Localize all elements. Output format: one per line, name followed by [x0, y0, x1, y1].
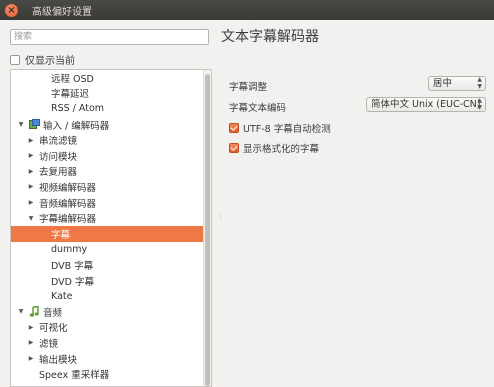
- tree-item[interactable]: DVD 字幕: [11, 273, 203, 289]
- tree-item[interactable]: ▶ 串流滤镜: [11, 132, 203, 148]
- expanded-arrow-icon[interactable]: ▼: [17, 121, 25, 128]
- panel-splitter-handle[interactable]: ⋮: [217, 213, 224, 221]
- collapsed-arrow-icon[interactable]: ▶: [27, 324, 35, 331]
- show-current-only-option[interactable]: 仅显示当前: [10, 52, 75, 67]
- tree-item-label: 输入 / 编解码器: [43, 120, 110, 132]
- tree-item[interactable]: Kate: [11, 288, 203, 304]
- collapsed-arrow-icon[interactable]: ▶: [27, 339, 35, 346]
- tree-item[interactable]: ▼ 字幕编解码器: [11, 210, 203, 226]
- spinner-arrows-icon: ▲ ▼: [477, 97, 482, 111]
- tree-scrollbar-thumb[interactable]: [205, 74, 210, 386]
- collapsed-arrow-icon[interactable]: ▶: [27, 152, 35, 159]
- formatted-subtitles-option[interactable]: 显示格式化的字幕: [229, 141, 319, 155]
- tree-item-label: 去复用器: [39, 167, 78, 179]
- collapsed-arrow-icon[interactable]: ▶: [27, 168, 35, 175]
- tree-item-label: 可视化: [39, 323, 68, 335]
- show-current-only-checkbox[interactable]: [10, 54, 20, 65]
- collapsed-arrow-icon[interactable]: ▶: [27, 183, 35, 190]
- tree-item-label: 字幕编解码器: [39, 214, 97, 226]
- tree-item[interactable]: ▶ 音频编解码器: [11, 195, 203, 211]
- tree-item-label: 字幕延迟: [51, 89, 90, 101]
- tree-item-label: Kate: [51, 290, 73, 302]
- tree-item-label: 输出模块: [39, 354, 78, 366]
- tree-item-label: 音频: [43, 307, 63, 319]
- tree-item-label: DVD 字幕: [51, 276, 94, 288]
- tree-item[interactable]: ▼ 音频: [11, 304, 203, 320]
- tree-item[interactable]: 远程 OSD: [11, 70, 203, 86]
- utf8-autodetect-label: UTF-8 字幕自动检测: [243, 124, 331, 135]
- tree-item[interactable]: ▼ 输入 / 编解码器: [11, 117, 203, 133]
- tree-item-label: 音频编解码器: [39, 198, 97, 210]
- tree-item-label: 视频编解码器: [39, 182, 97, 194]
- tree-item[interactable]: ▶ 去复用器: [11, 164, 203, 180]
- subtitle-justification-select[interactable]: 居中 ▲ ▼: [428, 76, 486, 91]
- tree-item-label: dummy: [51, 243, 88, 255]
- show-current-only-label: 仅显示当前: [25, 56, 75, 67]
- tree-item[interactable]: ▶ 滤镜: [11, 335, 203, 351]
- tree-item-label: DVB 字幕: [51, 260, 94, 272]
- subtitle-justification-value: 居中: [433, 78, 453, 89]
- section-title: 文本字幕解码器: [221, 29, 319, 45]
- formatted-subtitles-checkbox[interactable]: [229, 143, 239, 153]
- expanded-arrow-icon[interactable]: ▼: [27, 215, 35, 222]
- subtitle-encoding-value: 简体中文 Unix (EUC-CN): [371, 99, 481, 110]
- tree-item[interactable]: RSS / Atom: [11, 101, 203, 117]
- subtitle-encoding-select[interactable]: 简体中文 Unix (EUC-CN) ▲ ▼: [366, 97, 486, 112]
- tree-item[interactable]: DVB 字幕: [11, 257, 203, 273]
- tree-item-label: Speex 重采样器: [39, 370, 110, 382]
- tree-item[interactable]: ▶ 访问模块: [11, 148, 203, 164]
- tree-item[interactable]: ▶ 可视化: [11, 320, 203, 336]
- preferences-tree[interactable]: 远程 OSD 字幕延迟 RSS / Atom ▼ 输入 / 编解码器 ▶ 串流滤镜 ▶ 访问模块…: [10, 69, 212, 387]
- collapsed-arrow-icon[interactable]: ▶: [27, 199, 35, 206]
- search-input[interactable]: 搜索: [10, 29, 209, 45]
- collapsed-arrow-icon[interactable]: ▶: [27, 137, 35, 144]
- tree-item-label: 访问模块: [39, 151, 78, 163]
- subtitle-encoding-label: 字幕文本编码: [229, 103, 287, 114]
- tree-item-label: RSS / Atom: [51, 103, 105, 115]
- tree-item[interactable]: ▶ 视频编解码器: [11, 179, 203, 195]
- spinner-arrows-icon: ▲ ▼: [477, 76, 482, 90]
- expanded-arrow-icon[interactable]: ▼: [17, 308, 25, 315]
- window-title: 高级偏好设置: [32, 6, 92, 18]
- utf8-autodetect-checkbox[interactable]: [229, 123, 239, 133]
- close-button[interactable]: ×: [5, 3, 18, 17]
- formatted-subtitles-label: 显示格式化的字幕: [243, 144, 320, 155]
- collapsed-arrow-icon[interactable]: ▶: [27, 355, 35, 362]
- tree-item-label: 串流滤镜: [39, 136, 78, 148]
- tree-item[interactable]: dummy: [11, 242, 203, 258]
- title-bar: × 高级偏好设置: [0, 0, 494, 20]
- music-note-icon: [29, 306, 40, 317]
- tree-item[interactable]: 字幕: [11, 226, 203, 242]
- tree-item-label: 滤镜: [39, 338, 59, 350]
- tree-item[interactable]: 字幕延迟: [11, 86, 203, 102]
- tree-item-label: 字幕: [51, 229, 71, 241]
- tree-item[interactable]: Speex 重采样器: [11, 366, 203, 382]
- close-icon: ×: [7, 4, 16, 16]
- tree-item-label: 远程 OSD: [51, 73, 94, 85]
- codec-icon: [29, 119, 40, 130]
- subtitle-justification-label: 字幕调整: [229, 82, 268, 93]
- utf8-autodetect-option[interactable]: UTF-8 字幕自动检测: [229, 121, 331, 135]
- tree-item[interactable]: ▶ 输出模块: [11, 351, 203, 367]
